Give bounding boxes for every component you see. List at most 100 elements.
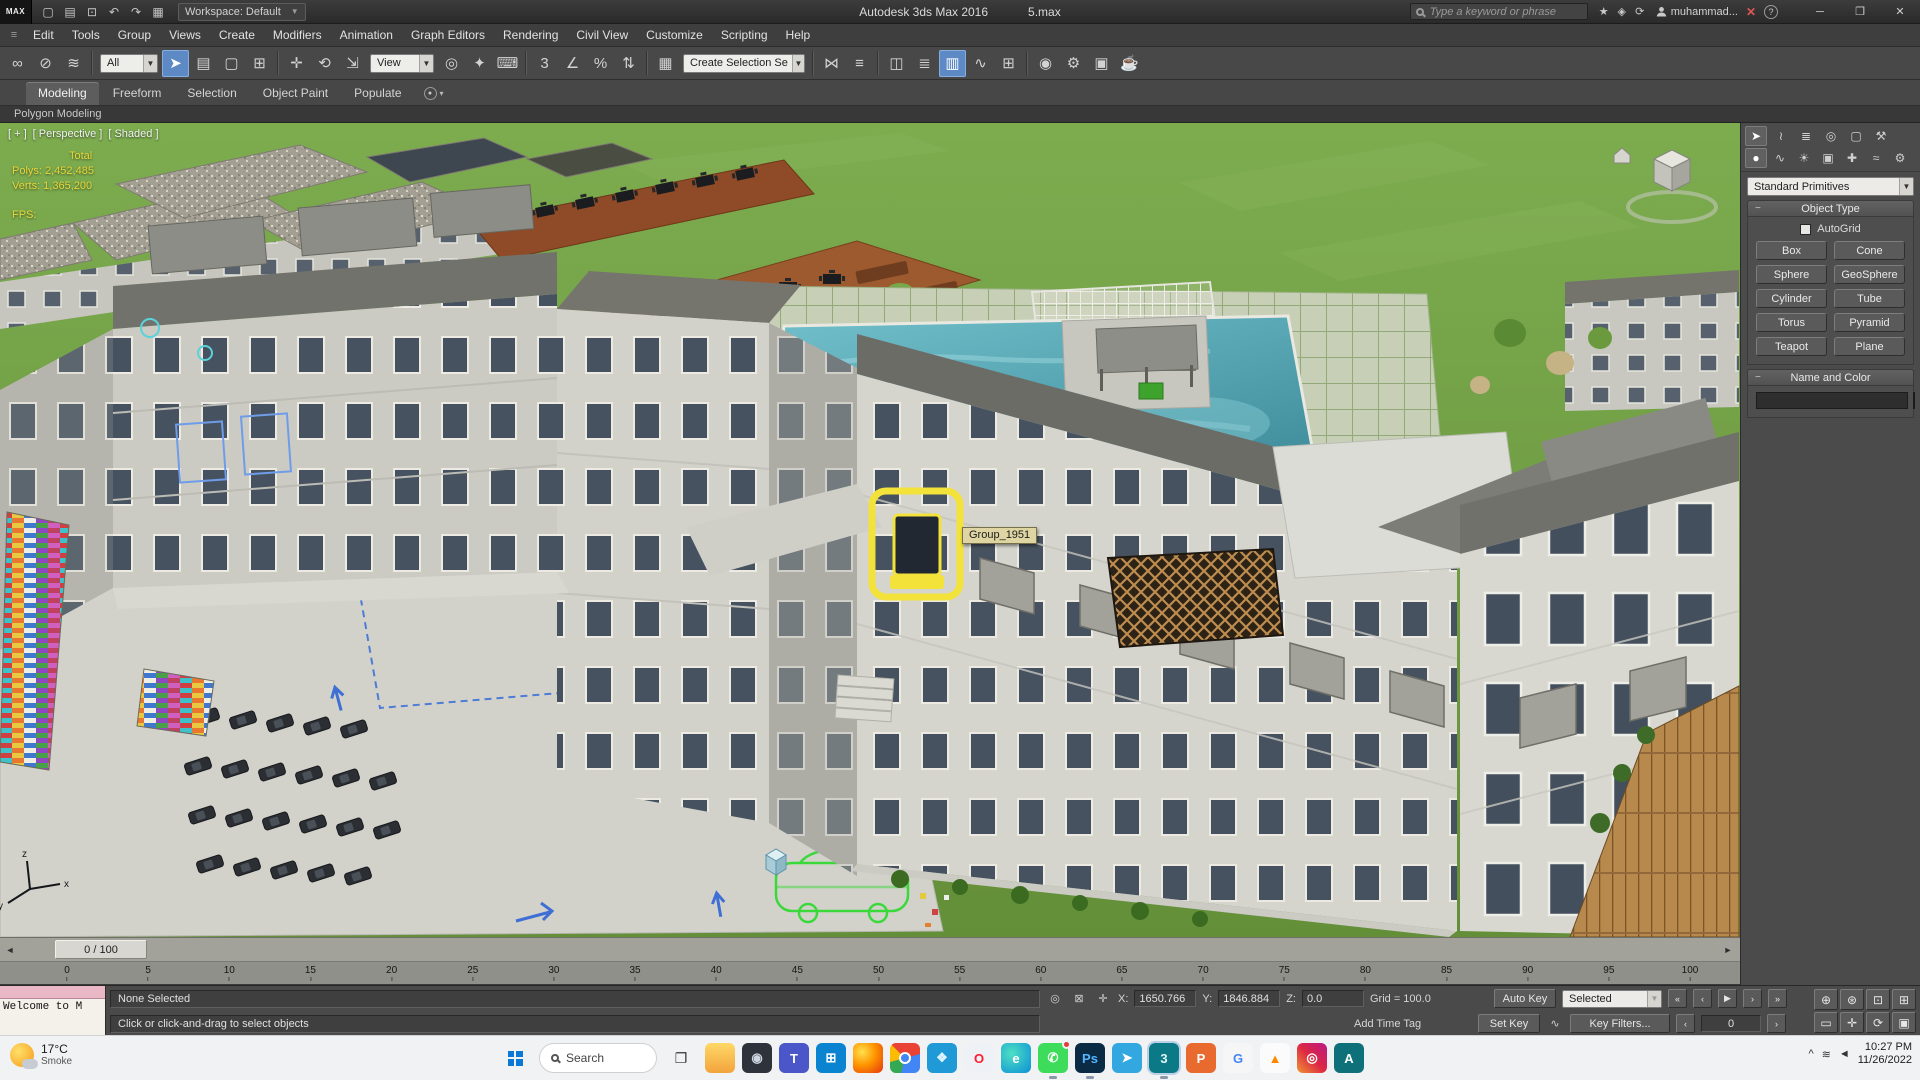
menu-animation[interactable]: Animation: [331, 24, 402, 46]
maximize-viewport-toggle-icon[interactable]: ▣: [1892, 1012, 1916, 1033]
timeline-tick[interactable]: 45: [792, 965, 803, 981]
motion-tab[interactable]: ◎: [1820, 126, 1842, 146]
taskbar-app-firefox[interactable]: [853, 1043, 883, 1073]
snaps-toggle-icon[interactable]: 3: [531, 50, 558, 77]
toggle-scene-explorer-icon[interactable]: ◫: [883, 50, 910, 77]
ribbon-config-icon[interactable]: ●: [423, 87, 437, 100]
use-pivot-point-center-icon[interactable]: ◎: [438, 50, 465, 77]
timeline-tick[interactable]: 30: [548, 965, 559, 981]
pan-view-icon[interactable]: ✛: [1840, 1012, 1864, 1033]
close-button[interactable]: ✕: [1880, 0, 1920, 24]
angle-snap-toggle-icon[interactable]: ∠: [559, 50, 586, 77]
toggle-ribbon-icon[interactable]: ▥: [939, 49, 966, 77]
menu-civil-view[interactable]: Civil View: [567, 24, 637, 46]
timeline-tick[interactable]: 95: [1603, 965, 1614, 981]
coordinate-field-z[interactable]: 0.0: [1301, 990, 1364, 1007]
time-slider-thumb[interactable]: 0 / 100: [55, 940, 147, 959]
ribbon-tab-object-paint[interactable]: Object Paint: [251, 82, 340, 105]
timeline-tick[interactable]: 75: [1279, 965, 1290, 981]
curve-editor-icon[interactable]: ∿: [967, 50, 994, 77]
save-file-icon[interactable]: ⊡: [82, 2, 102, 22]
taskbar-app-google-app[interactable]: G: [1223, 1043, 1253, 1073]
timeline-tick[interactable]: 60: [1035, 965, 1046, 981]
undo-icon[interactable]: ↶: [104, 2, 124, 22]
viewport-canvas[interactable]: x z y: [0, 123, 1740, 937]
auto-key-button[interactable]: Auto Key: [1493, 989, 1556, 1008]
shapes-category[interactable]: ∿: [1769, 148, 1791, 168]
menu-modifiers[interactable]: Modifiers: [264, 24, 331, 46]
taskbar-app-vlc[interactable]: ▲: [1260, 1043, 1290, 1073]
ribbon-panel-strip[interactable]: Polygon Modeling: [0, 106, 1920, 123]
select-and-move-icon[interactable]: ✛: [283, 50, 310, 77]
open-file-icon[interactable]: ▤: [60, 2, 80, 22]
mirror-icon[interactable]: ⋈: [818, 50, 845, 77]
tray-chevron-icon[interactable]: ^: [1808, 1048, 1813, 1060]
taskbar-app-whatsapp[interactable]: ✆: [1038, 1040, 1071, 1079]
coordinate-field-y[interactable]: 1846.884: [1218, 990, 1281, 1007]
time-slider[interactable]: ◄ 0 / 100 ►: [0, 937, 1740, 961]
weather-widget[interactable]: 17°C Smoke: [10, 1042, 72, 1069]
menu-help[interactable]: Help: [777, 24, 820, 46]
primitive-button-teapot[interactable]: Teapot: [1756, 337, 1827, 356]
add-time-tag[interactable]: Add Time Tag: [1354, 1018, 1472, 1030]
communication-center-icon[interactable]: ◈: [1614, 5, 1630, 18]
orbit-icon[interactable]: ⟳: [1866, 1012, 1890, 1033]
helpers-category[interactable]: ✚: [1841, 148, 1863, 168]
menu-rendering[interactable]: Rendering: [494, 24, 567, 46]
a360-status-icon[interactable]: ✕: [1746, 5, 1756, 19]
menu-tools[interactable]: Tools: [63, 24, 109, 46]
taskbar-app-instagram[interactable]: ◎: [1297, 1043, 1327, 1073]
go-to-end-button[interactable]: »: [1767, 989, 1787, 1008]
primitive-button-torus[interactable]: Torus: [1756, 313, 1827, 332]
maxscript-mini-listener[interactable]: Welcome to M: [0, 986, 106, 1036]
space-warps-category[interactable]: ≈: [1865, 148, 1887, 168]
primitive-button-cylinder[interactable]: Cylinder: [1756, 289, 1827, 308]
taskbar-app-photos-app[interactable]: ❖: [927, 1043, 957, 1073]
select-and-rotate-icon[interactable]: ⟲: [311, 50, 338, 77]
zoom-extents-icon[interactable]: ⊡: [1866, 989, 1890, 1010]
search-input[interactable]: [1429, 5, 1582, 18]
menu-views[interactable]: Views: [160, 24, 210, 46]
favorites-icon[interactable]: ★: [1596, 5, 1612, 18]
next-frame-arrow[interactable]: ►: [1720, 940, 1736, 959]
zoom-region-icon[interactable]: ▭: [1814, 1012, 1838, 1033]
select-and-manipulate-icon[interactable]: ✦: [466, 50, 493, 77]
ribbon-tab-freeform[interactable]: Freeform: [101, 82, 174, 105]
timeline-tick[interactable]: 0: [64, 965, 70, 981]
timeline-tick[interactable]: 35: [629, 965, 640, 981]
object-type-rollout-header[interactable]: − Object Type: [1747, 200, 1914, 217]
taskbar-search[interactable]: Search: [539, 1043, 657, 1073]
building-center[interactable]: [556, 271, 857, 876]
selection-filter-dropdown[interactable]: All ▼: [100, 53, 158, 73]
timeline-tick[interactable]: 70: [1198, 965, 1209, 981]
primitive-button-tube[interactable]: Tube: [1834, 289, 1905, 308]
primitive-button-sphere[interactable]: Sphere: [1756, 265, 1827, 284]
select-by-name-icon[interactable]: ▤: [190, 50, 217, 77]
geometry-category[interactable]: ●: [1745, 148, 1767, 168]
spinner-snap-toggle-icon[interactable]: ⇅: [615, 50, 642, 77]
toggle-layer-explorer-icon[interactable]: ≣: [911, 50, 938, 77]
perspective-viewport[interactable]: x z y [ + ] [ Perspective ] [ Shaded ] T…: [0, 123, 1740, 937]
play-animation-button[interactable]: ▶: [1717, 989, 1737, 1008]
coordinate-field-x[interactable]: 1650.766: [1134, 990, 1197, 1007]
viewport-shading-menu[interactable]: [ Shaded ]: [108, 128, 158, 140]
timeline-tick[interactable]: 100: [1682, 965, 1699, 981]
menu-scripting[interactable]: Scripting: [712, 24, 777, 46]
taskbar-app-file-explorer[interactable]: [705, 1043, 735, 1073]
timeline-tick[interactable]: 5: [145, 965, 151, 981]
key-filter-curve-icon[interactable]: ∿: [1546, 1015, 1564, 1033]
menu-group[interactable]: Group: [109, 24, 160, 46]
ribbon-tab-selection[interactable]: Selection: [175, 82, 248, 105]
reference-coordinate-system-dropdown[interactable]: View ▼: [370, 53, 434, 73]
macro-recorder-strip[interactable]: [0, 986, 105, 999]
timeline-tick[interactable]: 85: [1441, 965, 1452, 981]
timeline-tick[interactable]: 55: [954, 965, 965, 981]
track-bar[interactable]: 0 5 10 15 20 25 30 35 40 45 50 55 60 65 70 75 80 85 90 95 10…: [0, 961, 1740, 985]
rectangular-selection-region-icon[interactable]: ▢: [218, 50, 245, 77]
zoom-all-icon[interactable]: ⊛: [1840, 989, 1864, 1010]
schematic-view-icon[interactable]: ⊞: [995, 50, 1022, 77]
timeline-tick[interactable]: 25: [467, 965, 478, 981]
key-step-back-button[interactable]: ‹: [1676, 1014, 1695, 1033]
maximize-button[interactable]: ❐: [1840, 0, 1880, 24]
timeline-tick[interactable]: 80: [1360, 965, 1371, 981]
